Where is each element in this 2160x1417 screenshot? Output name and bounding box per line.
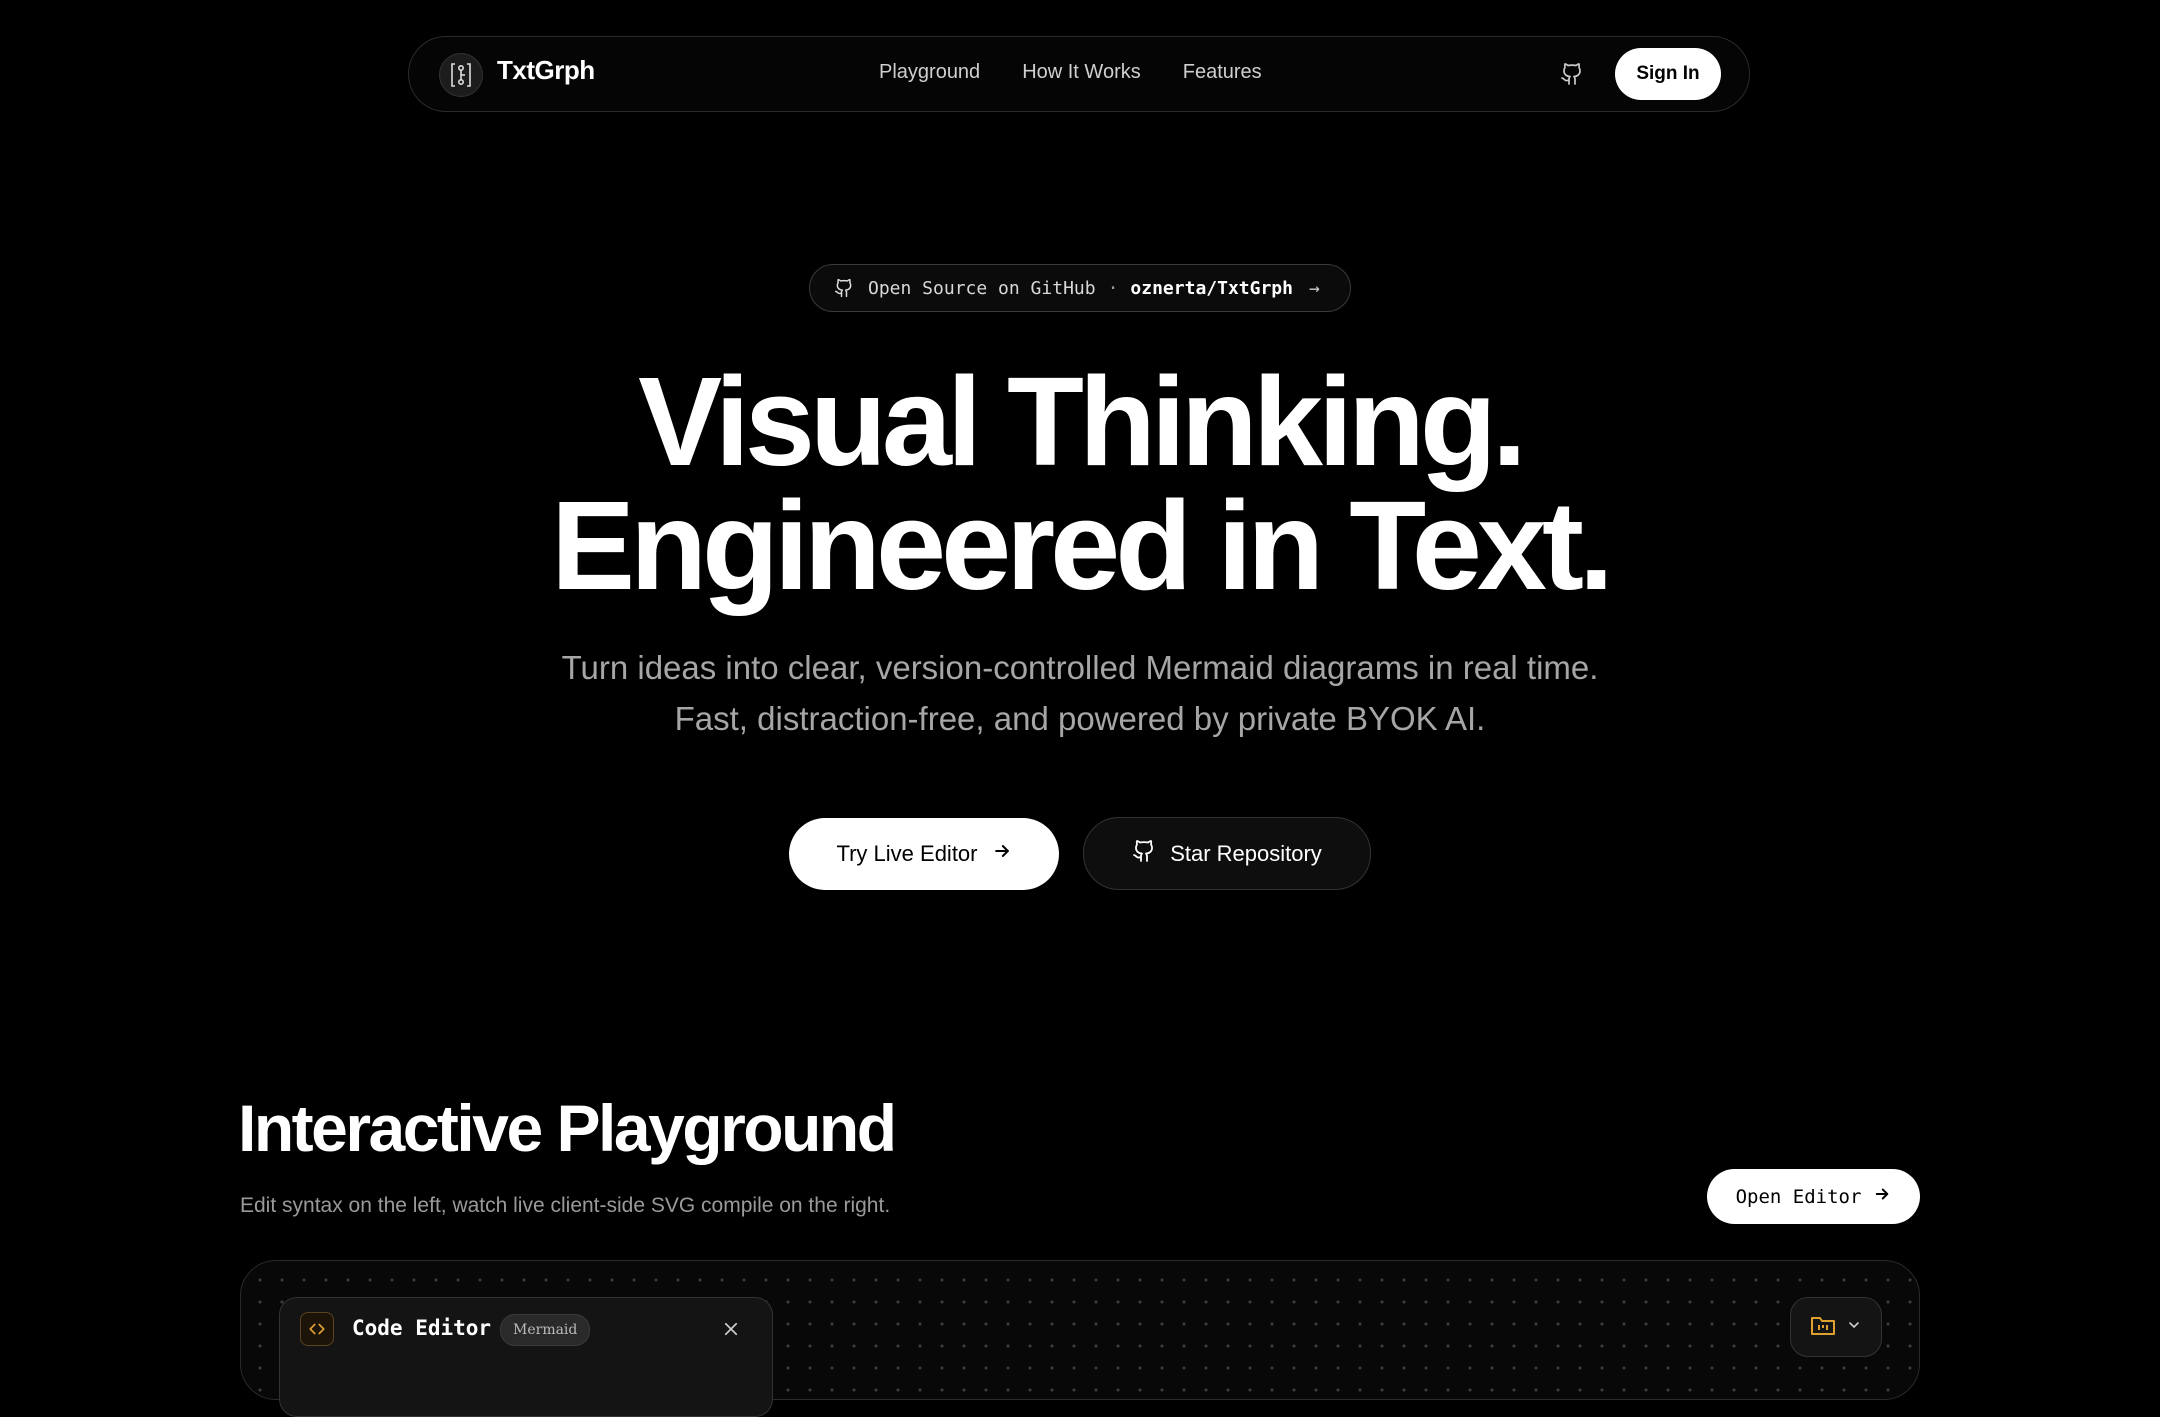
logo-icon[interactable] xyxy=(439,53,483,97)
badge-separator: · xyxy=(1107,277,1119,299)
chevron-down-icon xyxy=(1846,1317,1862,1338)
nav-links: Playground How It Works Features xyxy=(879,61,1262,84)
code-icon xyxy=(300,1312,334,1346)
hero-subtitle: Turn ideas into clear, version-controlle… xyxy=(561,649,1599,737)
playground-title: Interactive Playground xyxy=(238,1091,897,1165)
file-menu-button[interactable] xyxy=(1790,1297,1882,1357)
mermaid-tag: Mermaid xyxy=(500,1314,591,1346)
playground-canvas[interactable]: Code Editor Mermaid xyxy=(240,1260,1920,1417)
badge-text: Open Source on GitHub xyxy=(868,277,1096,299)
brand-name[interactable]: TxtGrph xyxy=(497,55,595,86)
open-editor-button[interactable]: Open Editor xyxy=(1707,1169,1920,1224)
try-live-editor-label: Try Live Editor xyxy=(836,841,978,866)
close-icon[interactable] xyxy=(718,1316,744,1342)
hero-title: Visual Thinking. Engineered in Text. xyxy=(0,351,2160,616)
github-icon xyxy=(1132,839,1156,869)
github-icon[interactable] xyxy=(1557,59,1587,89)
hero-title-line-1: Visual Thinking. xyxy=(638,351,1527,492)
github-icon xyxy=(834,278,854,298)
star-repository-label: Star Repository xyxy=(1170,840,1322,866)
badge-repo-name: oznerta/TxtGrph xyxy=(1130,277,1293,299)
arrow-right-icon xyxy=(992,841,1012,867)
open-editor-label: Open Editor xyxy=(1735,1185,1862,1208)
top-navbar: TxtGrph Playground How It Works Features… xyxy=(408,36,1750,112)
star-repository-button[interactable]: Star Repository xyxy=(1083,817,1371,890)
code-editor-title: Code Editor xyxy=(352,1316,492,1340)
nav-link-how-it-works[interactable]: How It Works xyxy=(1022,61,1141,84)
github-badge-link[interactable]: Open Source on GitHub · oznerta/TxtGrph … xyxy=(809,264,1351,312)
folder-icon xyxy=(1810,1313,1836,1342)
code-editor-panel: Code Editor Mermaid xyxy=(279,1297,773,1417)
arrow-right-icon: → xyxy=(1308,277,1320,299)
hero-title-line-2: Engineered in Text. xyxy=(551,475,1614,616)
try-live-editor-button[interactable]: Try Live Editor xyxy=(789,818,1059,890)
nav-link-features[interactable]: Features xyxy=(1183,61,1262,84)
nav-link-playground[interactable]: Playground xyxy=(879,61,980,84)
sign-in-button[interactable]: Sign In xyxy=(1615,48,1721,100)
arrow-right-icon xyxy=(1873,1185,1891,1208)
playground-subtitle: Edit syntax on the left, watch live clie… xyxy=(240,1194,891,1217)
